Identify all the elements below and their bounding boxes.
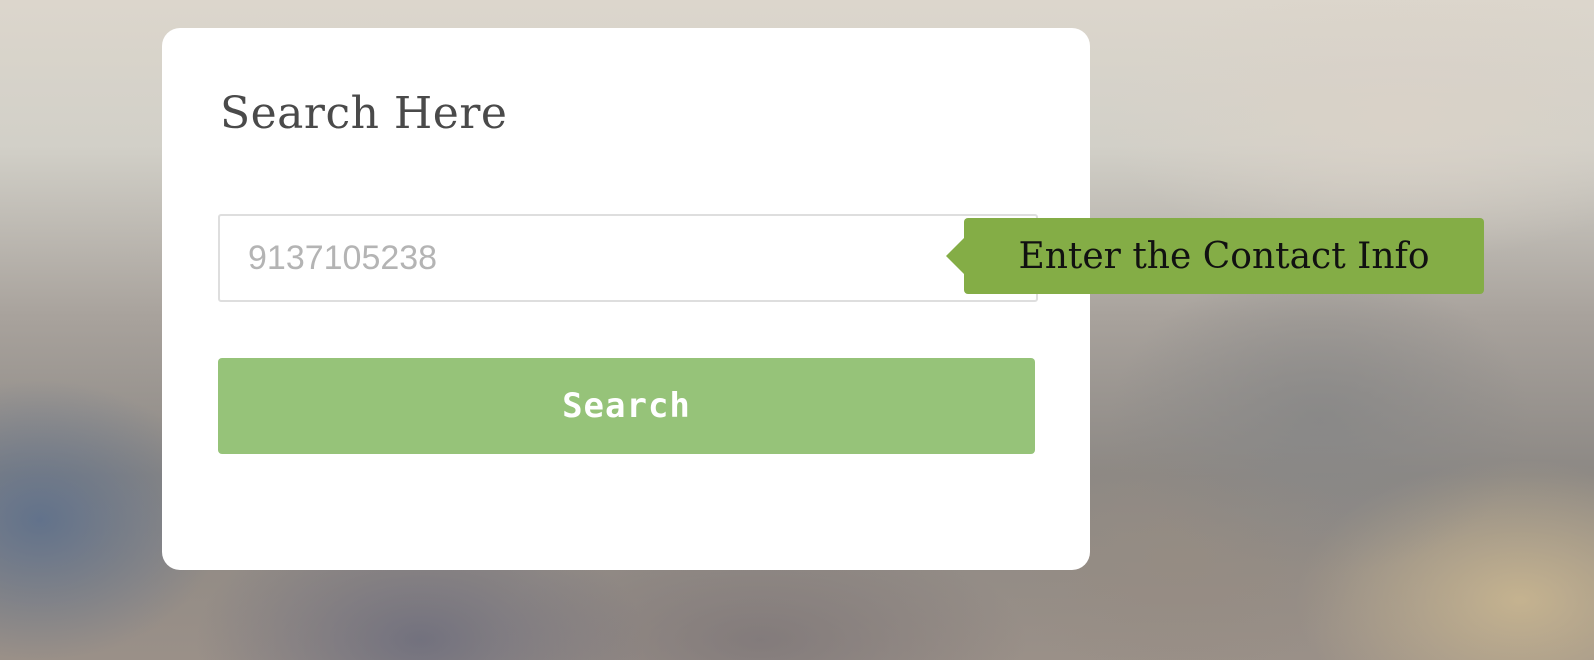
search-title: Search Here (220, 88, 508, 139)
contact-info-tooltip: Enter the Contact Info (946, 218, 1484, 294)
search-card: Search Here Search (162, 28, 1090, 570)
search-button[interactable]: Search (218, 358, 1035, 454)
contact-search-input[interactable] (218, 214, 1038, 302)
tooltip-text: Enter the Contact Info (1018, 235, 1430, 277)
tooltip-arrow (946, 238, 964, 274)
